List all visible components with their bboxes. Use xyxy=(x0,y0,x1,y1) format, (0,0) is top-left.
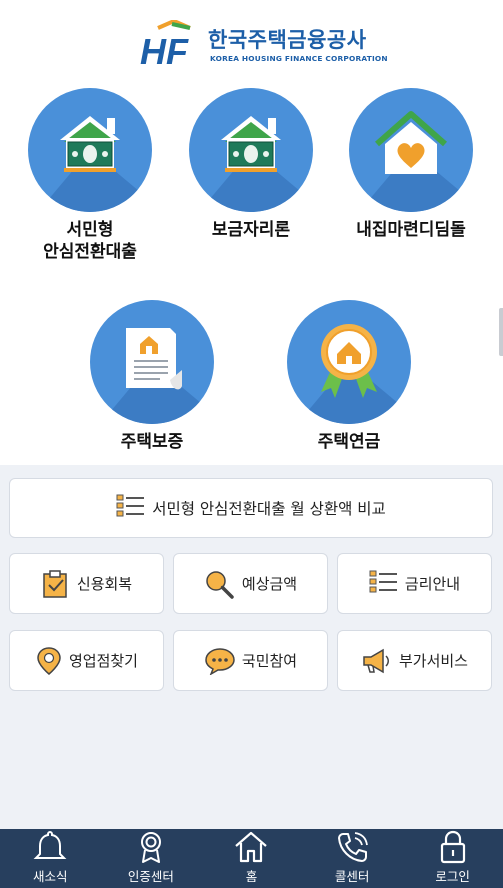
product-housing-pension[interactable]: 주택연금 xyxy=(274,300,424,453)
checklist-icon xyxy=(116,494,145,517)
credit-recovery-button[interactable]: 신용회복 xyxy=(9,553,164,614)
interest-rate-label: 금리안내 xyxy=(404,575,461,593)
branch-finder-label: 영업점찾기 xyxy=(68,652,138,670)
product-label: 보금자리론 xyxy=(211,220,291,240)
public-participation-label: 국민참여 xyxy=(241,652,298,670)
product-bogeumjari-loan[interactable]: 보금자리론 xyxy=(176,88,326,241)
product-circle xyxy=(189,88,313,212)
product-label: 내집마련디딤돌 xyxy=(356,220,466,240)
brand-logo: HF 한국주택금융공사 KOREA HOUSING FINANCE CORPOR… xyxy=(140,20,388,68)
scroll-indicator[interactable] xyxy=(499,308,503,356)
product-label: 서민형 안심전환대출 xyxy=(15,219,165,263)
nav-home-label: 홈 xyxy=(245,869,258,884)
product-circle xyxy=(90,300,214,424)
product-label: 주택보증 xyxy=(120,432,184,452)
nav-call-center-label: 콜센터 xyxy=(334,869,370,884)
credit-recovery-label: 신용회복 xyxy=(76,575,133,593)
additional-services-button[interactable]: 부가서비스 xyxy=(337,630,492,691)
product-circle xyxy=(287,300,411,424)
product-circle xyxy=(28,88,152,212)
certificate-icon xyxy=(140,832,161,863)
speech-bubble-icon xyxy=(205,647,235,675)
megaphone-icon xyxy=(363,648,389,673)
interest-rate-button[interactable]: 금리안내 xyxy=(337,553,492,614)
nav-certificate-label: 인증센터 xyxy=(127,869,174,884)
house-money-icon xyxy=(60,116,120,172)
product-safe-conversion-loan[interactable]: 서민형 안심전환대출 xyxy=(15,88,165,263)
nav-call-center[interactable]: 콜센터 xyxy=(302,829,403,888)
list-icon xyxy=(369,570,397,592)
bell-icon xyxy=(33,830,67,859)
nav-login-label: 로그인 xyxy=(435,869,470,884)
product-circle xyxy=(349,88,473,212)
additional-services-label: 부가서비스 xyxy=(398,652,468,670)
estimate-amount-label: 예상금액 xyxy=(241,575,298,593)
location-pin-icon xyxy=(37,646,61,675)
repayment-compare-button[interactable]: 서민형 안심전환대출 월 상환액 비교 xyxy=(9,478,493,538)
nav-home[interactable]: 홈 xyxy=(201,829,302,888)
product-label-line2: 안심전환대출 xyxy=(43,242,137,262)
product-label: 주택연금 xyxy=(317,432,381,452)
nav-news[interactable]: 새소식 xyxy=(0,829,101,888)
award-house-icon xyxy=(321,324,377,398)
estimate-amount-button[interactable]: 예상금액 xyxy=(173,553,328,614)
product-didimdol-loan[interactable]: 내집마련디딤돌 xyxy=(336,88,486,241)
home-icon xyxy=(235,831,268,863)
branch-finder-button[interactable]: 영업점찾기 xyxy=(9,630,164,691)
magnifier-icon xyxy=(206,570,234,599)
logo-mark-text: HF xyxy=(140,31,189,66)
public-participation-button[interactable]: 국민참여 xyxy=(173,630,328,691)
nav-news-label: 새소식 xyxy=(33,869,68,884)
hf-logo-mark-icon: HF xyxy=(140,20,191,66)
clipboard-check-icon xyxy=(43,569,67,598)
house-heart-icon xyxy=(375,111,447,174)
nav-certificate-center[interactable]: 인증센터 xyxy=(101,829,202,888)
product-housing-guarantee[interactable]: 주택보증 xyxy=(77,300,227,453)
phone-icon xyxy=(338,832,368,862)
nav-login[interactable]: 로그인 xyxy=(402,829,503,888)
lock-icon xyxy=(440,830,465,864)
logo-english-name: KOREA HOUSING FINANCE CORPORATION xyxy=(210,54,388,63)
document-house-icon xyxy=(126,328,182,390)
product-label-line1: 서민형 xyxy=(66,220,114,240)
house-money-icon xyxy=(221,116,281,172)
repayment-compare-label: 서민형 안심전환대출 월 상환액 비교 xyxy=(152,500,386,518)
logo-korean-name: 한국주택금융공사 xyxy=(208,28,367,52)
bottom-navigation: 새소식 인증센터 홈 콜센터 로그인 xyxy=(0,829,503,888)
